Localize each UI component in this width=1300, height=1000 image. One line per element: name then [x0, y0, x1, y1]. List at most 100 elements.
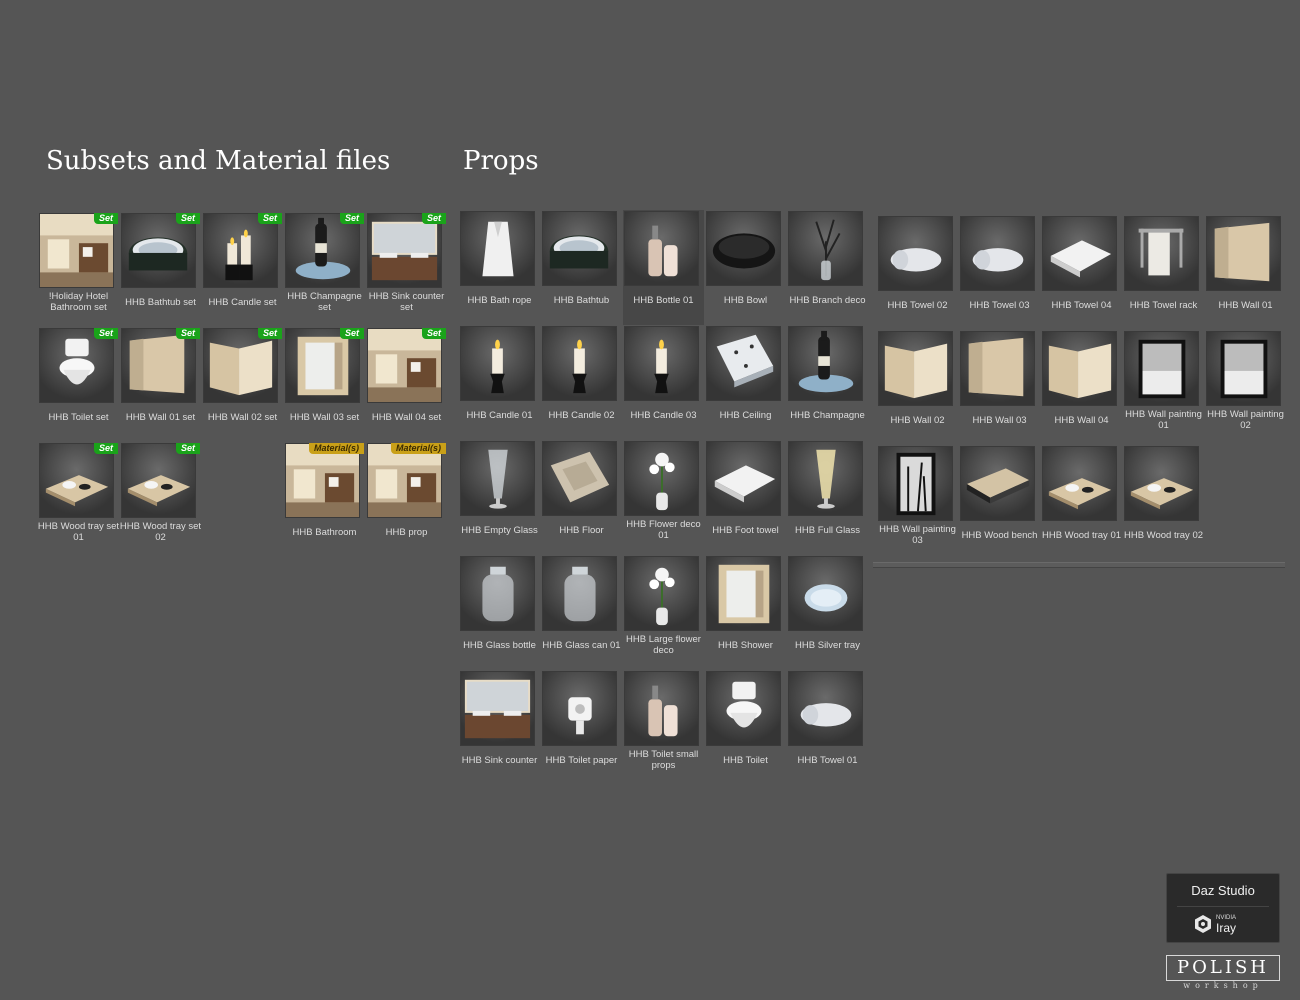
props-right-tile[interactable]: HHB Towel 03 [959, 215, 1040, 330]
candle-icon [624, 326, 699, 401]
props-left-tile[interactable]: HHB Bowl [705, 210, 786, 325]
subsets-tile[interactable]: Set HHB Wood tray set 01 [38, 442, 119, 557]
subsets-tile[interactable]: Set HHB Wall 04 set [366, 327, 447, 442]
glass-icon [460, 441, 535, 516]
champagne-icon [788, 326, 863, 401]
subsets-tile[interactable]: Set HHB Bathtub set [120, 212, 201, 327]
tile-label: HHB Toilet small props [628, 749, 699, 771]
polish-logo: POLISH [1166, 955, 1280, 981]
shower-icon [285, 328, 360, 403]
props-left-tile[interactable]: HHB Flower deco 01 [623, 440, 704, 555]
props-left-tile[interactable]: HHB Toilet paper [541, 670, 622, 785]
props-right-tile[interactable]: HHB Wood tray 02 [1123, 445, 1204, 560]
subsets-tile[interactable]: Set HHB Wall 03 set [284, 327, 365, 442]
material-badge: Material(s) [390, 443, 446, 454]
props-left-tile[interactable]: HHB Candle 02 [541, 325, 622, 440]
jar-icon [460, 556, 535, 631]
subsets-tile[interactable]: Set HHB Champagne set [284, 212, 365, 327]
subsets-tile[interactable]: Material(s) HHB Bathroom [284, 442, 365, 557]
wall-icon [960, 331, 1035, 406]
branch-icon [788, 211, 863, 286]
scrollbar-divider[interactable] [873, 562, 1285, 568]
props-left-tile[interactable]: HHB Shower [705, 555, 786, 670]
props-right-tile[interactable]: HHB Wood tray 01 [1041, 445, 1122, 560]
set-badge: Set [93, 328, 118, 339]
logo-divider [1177, 906, 1269, 907]
props-left-tile[interactable]: HHB Large flower deco [623, 555, 704, 670]
jar-icon [542, 556, 617, 631]
tile-label: HHB Shower [718, 640, 773, 651]
bottle-icon [624, 211, 699, 286]
props-right-tile[interactable]: HHB Wall 04 [1041, 330, 1122, 445]
wall-icon [121, 328, 196, 403]
props-right-tile[interactable]: HHB Towel rack [1123, 215, 1204, 330]
props-left-tile[interactable]: HHB Glass bottle [459, 555, 540, 670]
tile-label: HHB Towel 01 [797, 755, 858, 766]
tile-label: HHB Wood bench [961, 530, 1038, 541]
tile-label: HHB Wall 01 [1218, 300, 1273, 311]
props-right-tile[interactable]: HHB Wall 02 [877, 330, 958, 445]
tile-label: HHB Toilet paper [545, 755, 618, 766]
props-right-tile[interactable]: HHB Wall painting 01 [1123, 330, 1204, 445]
set-badge: Set [257, 213, 282, 224]
subsets-tile[interactable]: Set HHB Wall 01 set [120, 327, 201, 442]
tray-icon [121, 443, 196, 518]
towel-roll-icon [788, 671, 863, 746]
props-left-tile[interactable]: HHB Candle 01 [459, 325, 540, 440]
tile-label: HHB Bowl [723, 295, 768, 306]
subsets-tile[interactable]: Set HHB Toilet set [38, 327, 119, 442]
props-left-tile[interactable]: HHB Toilet [705, 670, 786, 785]
set-badge: Set [257, 328, 282, 339]
bottle-icon [624, 671, 699, 746]
props-left-tile[interactable]: HHB Toilet small props [623, 670, 704, 785]
tile-label: HHB Wood tray set 02 [119, 521, 202, 543]
props-left-tile[interactable]: HHB Silver tray [787, 555, 868, 670]
props-left-tile[interactable]: HHB Champagne [787, 325, 868, 440]
painting-tall-icon [878, 446, 953, 521]
props-left-tile[interactable]: HHB Bottle 01 [623, 210, 704, 325]
set-badge: Set [339, 213, 364, 224]
subsets-tile[interactable]: Material(s) HHB prop [366, 442, 447, 557]
subsets-tile[interactable]: Set HHB Candle set [202, 212, 283, 327]
tile-label: HHB Silver tray [795, 640, 860, 651]
props-left-tile[interactable]: HHB Ceiling [705, 325, 786, 440]
tile-label: HHB Candle 03 [630, 410, 697, 421]
props-right-tile[interactable]: HHB Towel 04 [1041, 215, 1122, 330]
props-right-tile[interactable]: HHB Wood bench [959, 445, 1040, 560]
props-left-tile[interactable]: HHB Empty Glass [459, 440, 540, 555]
props-left-tile[interactable]: HHB Bath rope [459, 210, 540, 325]
props-left-tile[interactable]: HHB Glass can 01 [541, 555, 622, 670]
props-right-tile[interactable]: HHB Wall painting 03 [877, 445, 958, 560]
daz-studio-label: Daz Studio [1191, 883, 1255, 898]
props-left-tile[interactable]: HHB Foot towel [705, 440, 786, 555]
towel-flat-icon [706, 441, 781, 516]
toilet-icon [706, 671, 781, 746]
props-left-tile[interactable]: HHB Floor [541, 440, 622, 555]
props-right-tile[interactable]: HHB Wall painting 02 [1205, 330, 1286, 445]
iray-label: Iray [1216, 921, 1237, 935]
props-right-tile[interactable]: HHB Towel 02 [877, 215, 958, 330]
subsets-tile[interactable]: Set HHB Sink counter set [366, 212, 447, 327]
props-grid-left: HHB Bath rope HHB Bathtub HHB Bottle 01 HHB… [459, 210, 868, 785]
subsets-tile[interactable]: Set HHB Wood tray set 02 [120, 442, 201, 557]
props-left-tile[interactable]: HHB Towel 01 [787, 670, 868, 785]
toilet-icon [39, 328, 114, 403]
bathtub-icon [121, 213, 196, 288]
subsets-tile[interactable]: Set !Holiday Hotel Bathroom set [38, 212, 119, 327]
shower-icon [706, 556, 781, 631]
tile-label: HHB Wall 04 [1054, 415, 1109, 426]
props-right-tile[interactable]: HHB Wall 01 [1205, 215, 1286, 330]
daz-studio-logo: Daz Studio NVIDIA Iray [1166, 873, 1280, 943]
props-left-tile[interactable]: HHB Bathtub [541, 210, 622, 325]
tile-label: HHB Foot towel [712, 525, 779, 536]
tile-label: HHB Large flower deco [626, 634, 701, 656]
towel-roll-icon [878, 216, 953, 291]
room-icon [285, 443, 360, 518]
props-left-tile[interactable]: HHB Branch deco [787, 210, 868, 325]
props-right-tile[interactable]: HHB Wall 03 [959, 330, 1040, 445]
tile-label: HHB Wood tray set 01 [37, 521, 120, 543]
subsets-tile[interactable]: Set HHB Wall 02 set [202, 327, 283, 442]
props-left-tile[interactable]: HHB Full Glass [787, 440, 868, 555]
props-left-tile[interactable]: HHB Candle 03 [623, 325, 704, 440]
props-left-tile[interactable]: HHB Sink counter [459, 670, 540, 785]
